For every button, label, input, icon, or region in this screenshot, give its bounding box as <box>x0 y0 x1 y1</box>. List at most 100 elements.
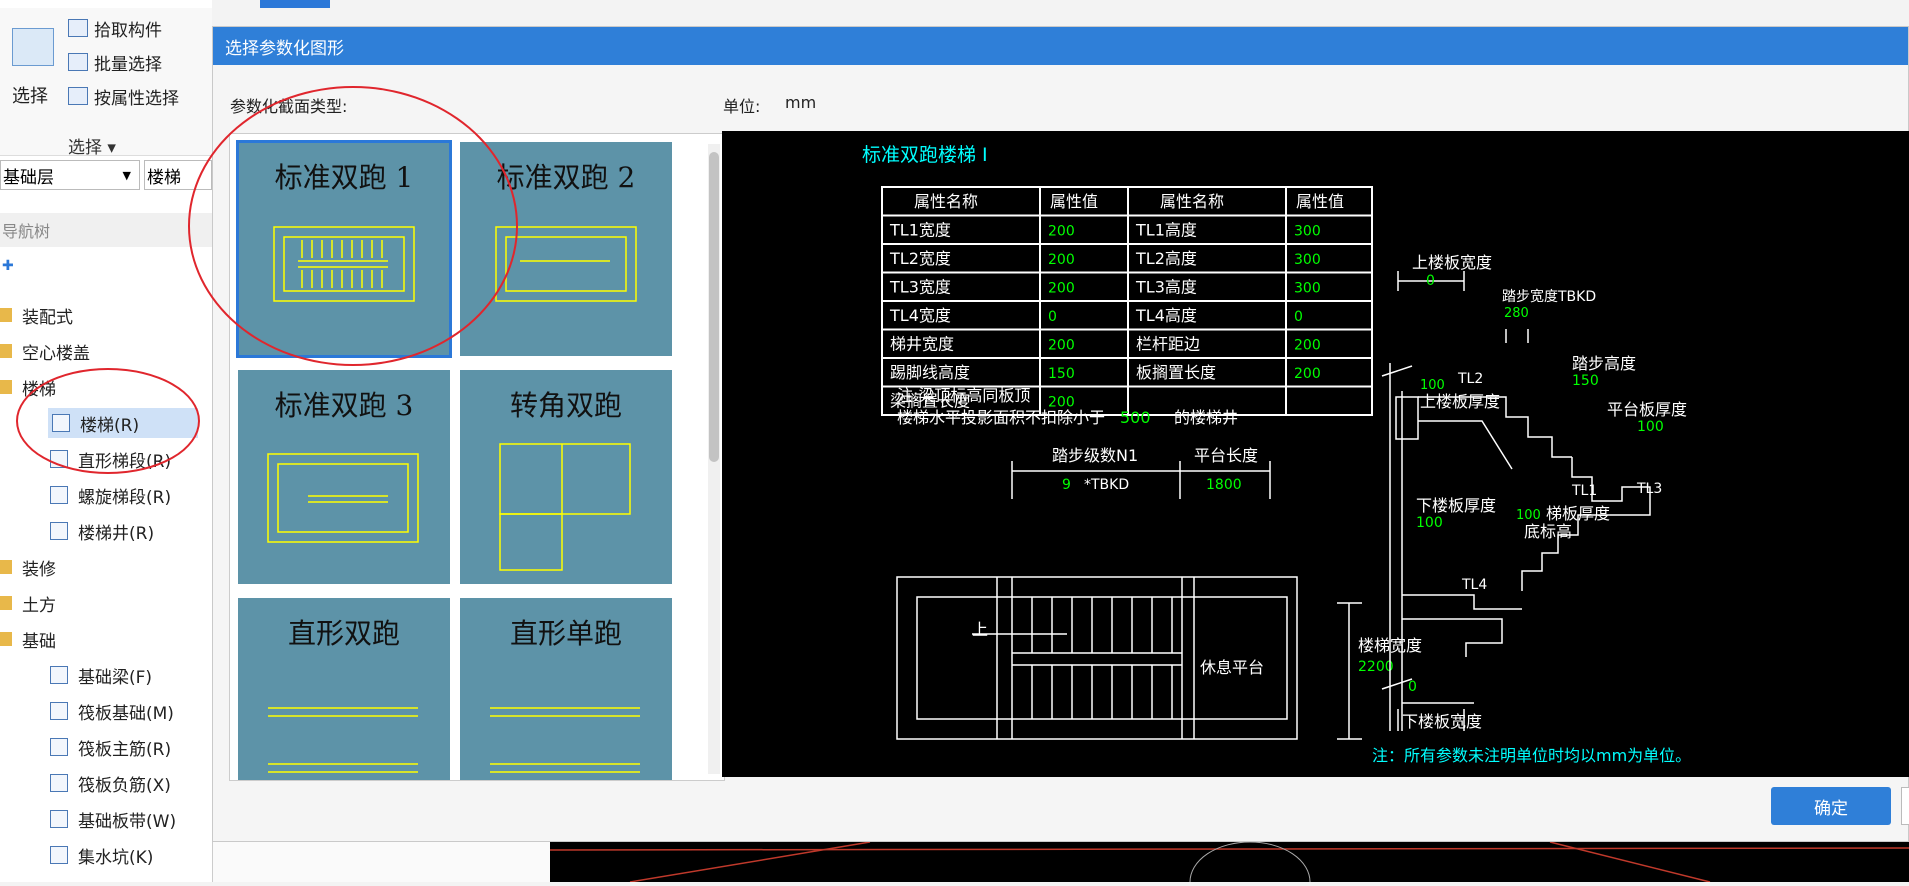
table-value: 300 <box>1294 281 1321 297</box>
note-area-a: 楼梯水平投影面积不扣除小于 <box>897 408 1105 427</box>
component-icon <box>50 810 68 828</box>
component-icon <box>50 522 68 540</box>
folder-icon <box>0 380 12 394</box>
shape-thumb-straight-single[interactable]: 直形单跑 <box>460 598 672 780</box>
tree-item[interactable]: 集水坑(K) <box>50 840 153 870</box>
table-property: TL3高度 <box>1135 278 1197 297</box>
left-pane: 选择 拾取构件 批量选择 按属性选择 选择 ▾ 基础层 ▼ 楼梯 导航树 ✚ 装… <box>0 0 212 882</box>
attribute-select-icon <box>68 87 88 105</box>
shape-thumb-standard-double-3[interactable]: 标准双跑 3 <box>238 370 450 584</box>
tree-folder[interactable]: 装修 <box>0 552 56 582</box>
folder-icon <box>0 560 12 574</box>
folder-icon <box>0 632 12 646</box>
component-icon <box>50 738 68 756</box>
shape-thumb-straight-double[interactable]: 直形双跑 <box>238 598 450 780</box>
tl3-label: TL3 <box>1636 481 1662 497</box>
batch-select-button[interactable]: 批量选择 <box>68 50 162 75</box>
table-property: 栏杆距边 <box>1136 335 1200 354</box>
table-value: 200 <box>1048 281 1075 297</box>
batch-select-icon <box>68 53 88 71</box>
select-group-dropdown[interactable]: 选择 ▾ <box>68 133 116 158</box>
component-icon <box>50 450 68 468</box>
thumb-scrollbar[interactable] <box>708 144 720 774</box>
component-icon <box>50 702 68 720</box>
tree-folder[interactable]: 楼梯 <box>0 372 56 402</box>
table-value: 300 <box>1294 224 1321 240</box>
table-property: TL3宽度 <box>889 278 951 297</box>
preview-title: 标准双跑楼梯 I <box>862 144 988 166</box>
tl1-label: TL1 <box>1571 483 1597 499</box>
tree-folder[interactable]: 基础 <box>0 624 56 654</box>
tree-item[interactable]: 楼梯井(R) <box>50 516 154 546</box>
dialog-title: 选择参数化图形 <box>213 27 1908 65</box>
upper-thick-value: 100 <box>1420 378 1445 393</box>
table-value: 200 <box>1294 366 1321 382</box>
select-parametric-shape-dialog: 选择参数化图形 参数化截面类型: 单位: mm 标准双跑 1 标准双跑 2 标准… <box>212 26 1909 842</box>
upper-slab-width-label: 上楼板宽度 <box>1412 253 1492 272</box>
shape-thumb-corner-double[interactable]: 转角双跑 <box>460 370 672 584</box>
tree-item[interactable]: 筏板基础(M) <box>50 696 174 726</box>
step-width-value: 280 <box>1504 306 1529 321</box>
step-height-value: 150 <box>1572 373 1599 389</box>
unit-value: mm <box>785 93 817 112</box>
table-value: 300 <box>1294 252 1321 268</box>
table-property: TL2宽度 <box>889 249 951 268</box>
steps-label: 踏步级数N1 <box>1052 446 1138 465</box>
shape-thumb-standard-double-2[interactable]: 标准双跑 2 <box>460 142 672 356</box>
scrollbar-thumb[interactable] <box>709 152 719 462</box>
select-by-attribute-button[interactable]: 按属性选择 <box>68 84 179 109</box>
cancel-button[interactable] <box>1901 787 1909 825</box>
table-value: 200 <box>1048 338 1075 354</box>
tree-item[interactable]: 筏板负筋(X) <box>50 768 171 798</box>
table-value: 200 <box>1048 224 1075 240</box>
table-property: TL1宽度 <box>889 221 951 240</box>
table-value: 150 <box>1048 366 1075 382</box>
lower-slab-thickness-label: 下楼板厚度 <box>1416 496 1496 515</box>
bottom-elevation-label: 底标高 <box>1524 522 1572 541</box>
platform-thickness-value: 100 <box>1637 419 1664 435</box>
section-type-label: 参数化截面类型: <box>230 97 348 116</box>
select-button[interactable]: 选择 <box>4 20 60 108</box>
tree-folder[interactable]: 装配式 <box>0 300 73 330</box>
upper-slab-thickness-label: 上楼板厚度 <box>1420 392 1500 411</box>
shape-thumbnail-list: 标准双跑 1 标准双跑 2 标准双跑 3 转角双跑 直形双跑 直形单跑 <box>229 133 725 781</box>
step-width-label: 踏步宽度TBKD <box>1502 288 1596 305</box>
tree-item[interactable]: 直形梯段(R) <box>50 444 171 474</box>
unit-footnote: 注：所有参数未注明单位时均以mm为单位。 <box>1372 746 1691 765</box>
floor-combo[interactable]: 基础层 ▼ <box>0 160 140 190</box>
component-icon <box>50 846 68 864</box>
table-property: 梁搁置长度 <box>890 392 970 411</box>
table-header: 属性值 <box>1050 192 1098 211</box>
tree-folder[interactable]: 空心楼盖 <box>0 336 90 366</box>
tl4-label: TL4 <box>1461 577 1487 593</box>
tree-item[interactable]: 螺旋梯段(R) <box>50 480 171 510</box>
table-property: TL4高度 <box>1135 306 1197 325</box>
component-type-combo[interactable]: 楼梯 <box>144 160 212 190</box>
folder-icon <box>0 344 12 358</box>
tree-item[interactable]: 楼梯(R) <box>48 408 198 438</box>
folder-icon <box>0 308 12 322</box>
component-icon <box>52 414 70 432</box>
upper-slab-width-value: 0 <box>1426 273 1435 289</box>
active-tab-indicator[interactable] <box>260 0 330 8</box>
tree-item[interactable]: 筏板主筋(R) <box>50 732 171 762</box>
unit-label: 单位: <box>723 97 761 116</box>
ok-button[interactable]: 确定 <box>1771 787 1891 825</box>
tree-folder[interactable]: 土方 <box>0 588 56 618</box>
add-icon[interactable]: ✚ <box>2 258 14 274</box>
component-icon <box>50 666 68 684</box>
stair-width-value: 2200 <box>1358 659 1394 675</box>
tree-item[interactable]: 基础板带(W) <box>50 804 176 834</box>
table-property: TL2高度 <box>1135 249 1197 268</box>
stair-plan-icon <box>273 226 415 302</box>
shape-thumb-standard-double-1[interactable]: 标准双跑 1 <box>236 140 452 358</box>
properties-strip <box>212 842 551 882</box>
pick-component-button[interactable]: 拾取构件 <box>68 16 162 41</box>
table-property: TL1高度 <box>1135 221 1197 240</box>
table-header: 属性名称 <box>1160 192 1224 211</box>
tree-item[interactable]: 基础梁(F) <box>50 660 152 690</box>
table-value: 0 <box>1294 309 1303 325</box>
select-ribbon-group: 选择 拾取构件 批量选择 按属性选择 选择 ▾ <box>0 8 212 158</box>
table-header: 属性值 <box>1296 192 1344 211</box>
3d-canvas[interactable] <box>549 841 1909 883</box>
